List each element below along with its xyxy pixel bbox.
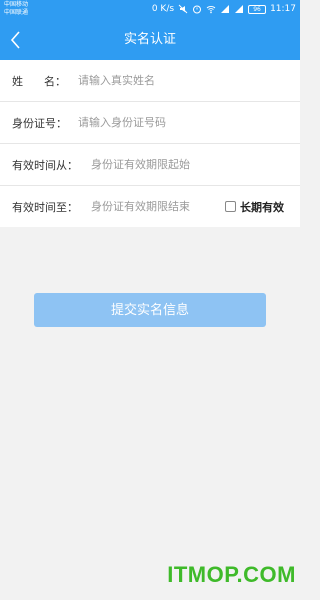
watermark: ITMOP.COM [167, 562, 296, 587]
name-row: 姓 名： [0, 60, 300, 102]
status-bar: 中国移动 中国联通 0 K/s 96 11:17 [0, 0, 300, 20]
valid-to-row: 有效时间至： 长期有效 [0, 186, 300, 227]
name-input[interactable] [78, 70, 278, 91]
long-term-toggle[interactable]: 长期有效 [225, 199, 284, 215]
valid-from-label: 有效时间从： [12, 158, 78, 172]
carrier-1: 中国移动 [4, 1, 29, 8]
wifi-icon [206, 4, 216, 14]
long-term-label[interactable]: 长期有效 [240, 199, 284, 215]
id-number-row: 身份证号： [0, 102, 300, 144]
valid-to-label: 有效时间至： [12, 200, 78, 214]
name-label-char-1: 姓 [12, 74, 23, 88]
id-number-input[interactable] [78, 112, 278, 133]
app-header: 实名认证 [0, 20, 300, 60]
mute-icon [178, 4, 188, 14]
long-term-checkbox[interactable] [225, 201, 236, 212]
verification-form: 姓 名： 身份证号： 有效时间从： 有效时间至： 长期有效 [0, 60, 300, 227]
network-speed: 0 K/s [151, 4, 175, 14]
valid-from-row: 有效时间从： [0, 144, 300, 186]
page-title: 实名认证 [123, 32, 176, 47]
battery-icon: 96 [248, 4, 267, 14]
clock: 11:17 [270, 4, 296, 14]
name-label-char-2: 名： [44, 74, 66, 88]
signal-icon-2 [234, 4, 244, 14]
status-indicators: 0 K/s 96 11:17 [152, 3, 296, 15]
submit-button[interactable]: 提交实名信息 [34, 293, 266, 327]
name-label: 姓 名： [12, 73, 66, 89]
carrier-2: 中国联通 [4, 9, 29, 16]
carrier-info: 中国移动 中国联通 [4, 1, 28, 17]
signal-icon-1 [220, 4, 230, 14]
valid-to-input[interactable] [91, 196, 209, 217]
valid-from-input[interactable] [91, 154, 281, 175]
id-number-label: 身份证号： [12, 116, 67, 130]
alarm-icon [192, 4, 202, 14]
